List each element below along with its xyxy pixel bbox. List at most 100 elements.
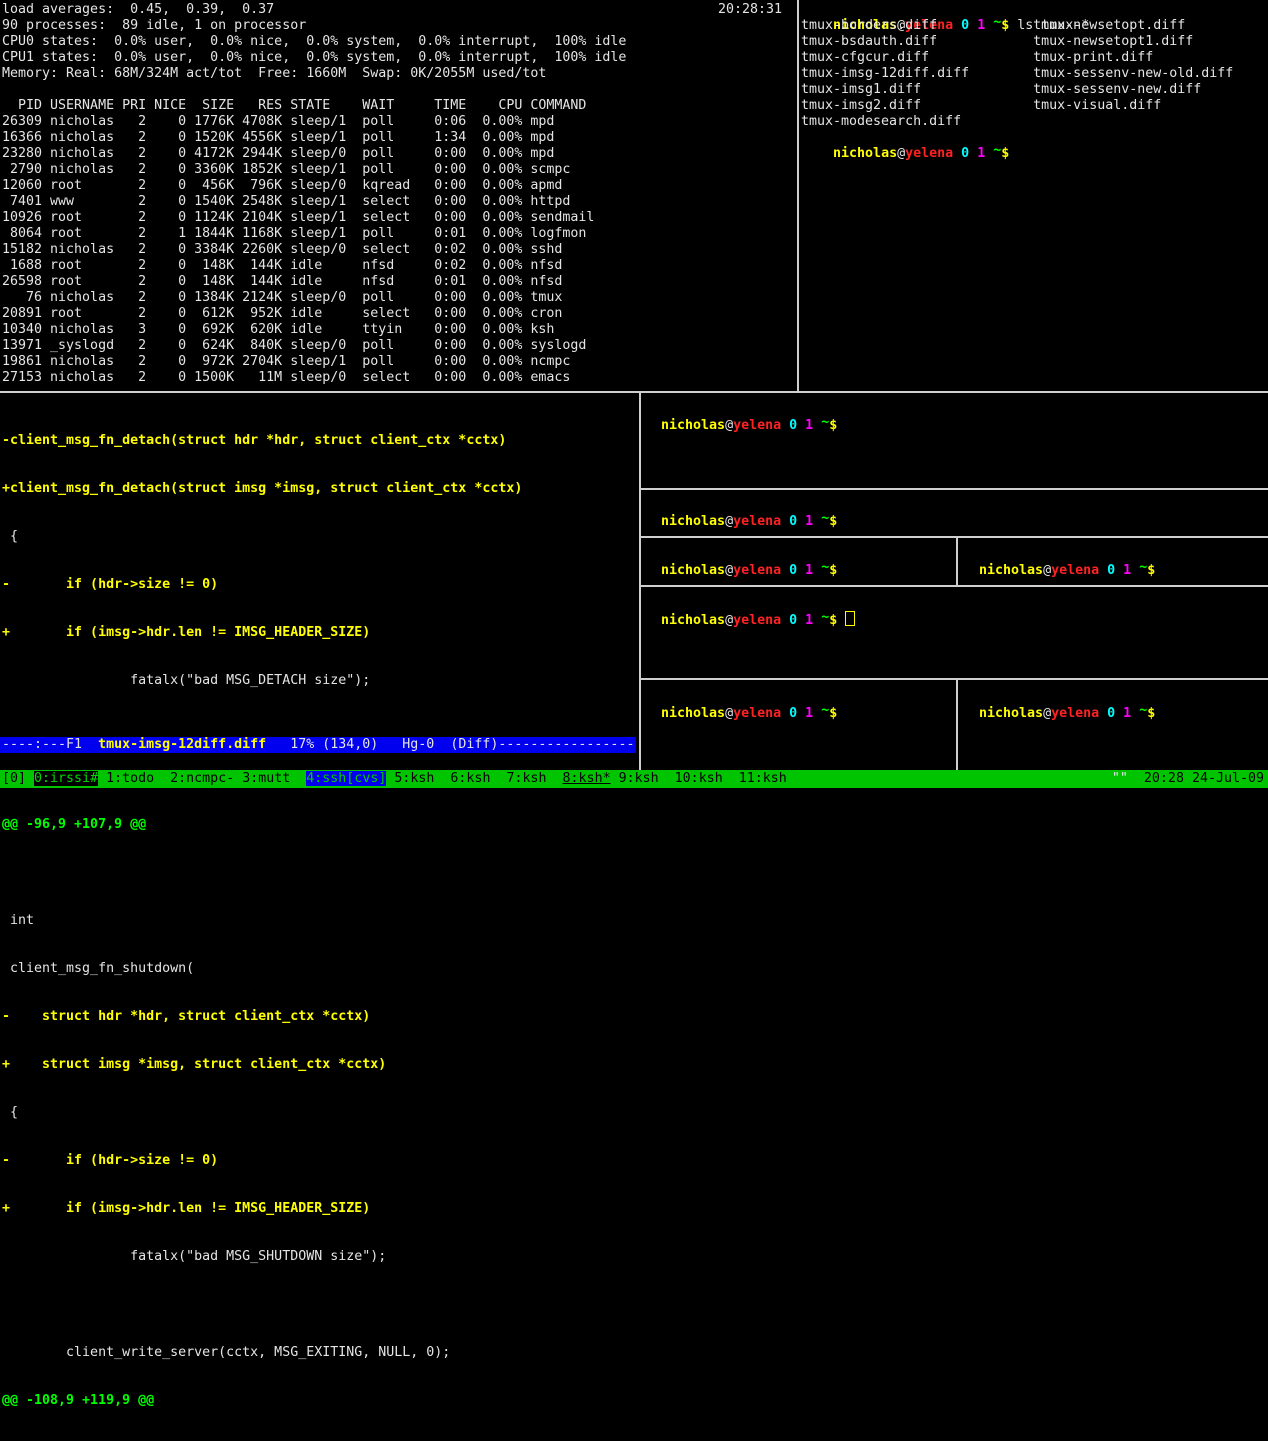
status-window-7[interactable]: 7:ksh <box>506 771 554 786</box>
prompt-space <box>813 613 821 628</box>
pane-border-vertical-top <box>797 0 799 391</box>
prompt-host: yelena <box>733 418 781 433</box>
pane-border-h1 <box>641 488 1268 490</box>
status-window-9[interactable]: 9:ksh <box>619 771 667 786</box>
prompt-space <box>813 418 821 433</box>
prompt-dollar: $ <box>1147 563 1155 578</box>
status-window-3[interactable]: 3:mutt <box>242 771 298 786</box>
prompt-user: nicholas <box>661 706 725 721</box>
pane-border-h3 <box>641 585 1268 587</box>
pane-border-horizontal-main <box>0 391 1268 393</box>
prompt-num0: 0 <box>789 563 797 578</box>
prompt-host: yelena <box>1051 706 1099 721</box>
diff-context-line: { <box>2 1105 522 1121</box>
prompt-space <box>797 514 805 529</box>
prompt-tilde: ~ <box>993 143 1001 158</box>
pane-shell-3[interactable]: nicholas@yelena 0 1 ~$ <box>645 547 837 579</box>
prompt-num0: 0 <box>789 706 797 721</box>
pane-shell-4[interactable]: nicholas@yelena 0 1 ~$ <box>963 547 1155 579</box>
prompt-num1: 1 <box>805 418 813 433</box>
prompt-dollar: $ <box>829 418 837 433</box>
diff-removed-line: - struct hdr *hdr, struct client_ctx *cc… <box>2 1009 522 1025</box>
status-window-4[interactable]: 4:ssh[cvs] <box>306 771 386 786</box>
prompt-tilde: ~ <box>821 703 829 718</box>
diff-added-line: +client_msg_fn_detach(struct imsg *imsg,… <box>2 481 522 497</box>
prompt-host: yelena <box>733 514 781 529</box>
status-separator <box>667 771 675 786</box>
prompt-dollar: $ <box>829 563 837 578</box>
prompt-at: @ <box>725 613 733 628</box>
modeline-filename: tmux-imsg-12diff.diff <box>98 737 266 752</box>
prompt-space <box>1115 563 1123 578</box>
prompt-num1: 1 <box>805 563 813 578</box>
prompt-dollar: $ <box>829 613 837 628</box>
diff-context-line: int <box>2 913 522 929</box>
prompt-at: @ <box>1043 706 1051 721</box>
prompt-at: @ <box>1043 563 1051 578</box>
top-clock: 20:28:31 <box>718 2 782 18</box>
prompt-tilde: ~ <box>821 610 829 625</box>
diff-added-line: + if (imsg->hdr.len != IMSG_HEADER_SIZE) <box>2 625 522 641</box>
prompt-num0: 0 <box>961 146 969 161</box>
status-separator <box>611 771 619 786</box>
pane-border-vertical-bottom <box>639 393 641 770</box>
status-window-1[interactable]: 1:todo <box>106 771 162 786</box>
diff-removed-line: - if (hdr->size != 0) <box>2 1153 522 1169</box>
prompt-space <box>1131 706 1139 721</box>
status-window-0[interactable]: 0:irssi# <box>34 771 98 786</box>
prompt-at: @ <box>725 563 733 578</box>
diff-added-line: + if (imsg->hdr.len != IMSG_HEADER_SIZE) <box>2 1201 522 1217</box>
prompt-space <box>781 563 789 578</box>
prompt-user: nicholas <box>979 706 1043 721</box>
status-separator <box>555 771 563 786</box>
status-datetime: 20:28 24-Jul-09 <box>1128 771 1264 786</box>
prompt-num1: 1 <box>977 146 985 161</box>
status-window-10[interactable]: 10:ksh <box>675 771 731 786</box>
prompt-user: nicholas <box>833 146 897 161</box>
modeline-info: 17% (134,0) Hg-0 (Diff)----------------- <box>266 737 634 752</box>
status-right: "" 20:28 24-Jul-09 <box>1112 770 1264 788</box>
prompt-host: yelena <box>1051 563 1099 578</box>
prompt-num1: 1 <box>805 706 813 721</box>
prompt-space <box>1099 563 1107 578</box>
top-summary: load averages: 0.45, 0.39, 0.37 90 proce… <box>2 2 626 82</box>
diff-hunk-header: @@ -96,9 +107,9 @@ <box>2 817 522 833</box>
status-window-5[interactable]: 5:ksh <box>394 771 442 786</box>
status-separator <box>162 771 170 786</box>
diff-context-line: client_write_server(cctx, MSG_EXITING, N… <box>2 1345 522 1361</box>
prompt-space <box>1131 563 1139 578</box>
prompt-space <box>781 613 789 628</box>
pane-shell-active[interactable]: nicholas@yelena 0 1 ~$ <box>645 595 855 629</box>
prompt-num0: 0 <box>1107 706 1115 721</box>
prompt-tilde: ~ <box>1139 560 1147 575</box>
pane-border-v1 <box>956 538 958 585</box>
prompt-host: yelena <box>733 613 781 628</box>
pane-border-v2 <box>956 680 958 770</box>
ls-file-listing: tmux-borders.diff tmux-newsetopt.diff tm… <box>801 18 1233 130</box>
prompt-space <box>1099 706 1107 721</box>
status-window-6[interactable]: 6:ksh <box>450 771 498 786</box>
diff-hunk-header: @@ -108,9 +119,9 @@ <box>2 1393 522 1409</box>
pane-shell-6[interactable]: nicholas@yelena 0 1 ~$ <box>963 690 1155 722</box>
prompt-space <box>813 706 821 721</box>
prompt-user: nicholas <box>661 613 725 628</box>
emacs-modeline: ----:---F1 tmux-imsg-12diff.diff 17% (13… <box>0 737 636 753</box>
diff-context-line: { <box>2 529 522 545</box>
prompt-dollar: $ <box>1001 146 1009 161</box>
status-separator <box>98 771 106 786</box>
prompt-space <box>969 146 977 161</box>
status-window-11[interactable]: 11:ksh <box>739 771 787 786</box>
prompt-num0: 0 <box>1107 563 1115 578</box>
status-separator <box>731 771 739 786</box>
prompt-num0: 0 <box>789 418 797 433</box>
diff-blank-line <box>2 721 522 737</box>
prompt-at: @ <box>897 146 905 161</box>
pane-shell-5[interactable]: nicholas@yelena 0 1 ~$ <box>645 690 837 722</box>
prompt-dollar: $ <box>1147 706 1155 721</box>
prompt-space <box>797 418 805 433</box>
status-window-2[interactable]: 2:ncmpc- <box>170 771 234 786</box>
pane-shell-2[interactable]: nicholas@yelena 0 1 ~$ <box>645 498 837 530</box>
status-window-current[interactable]: 8:ksh* <box>563 771 611 786</box>
pane-shell-1[interactable]: nicholas@yelena 0 1 ~$ <box>645 402 837 434</box>
prompt-space <box>797 613 805 628</box>
